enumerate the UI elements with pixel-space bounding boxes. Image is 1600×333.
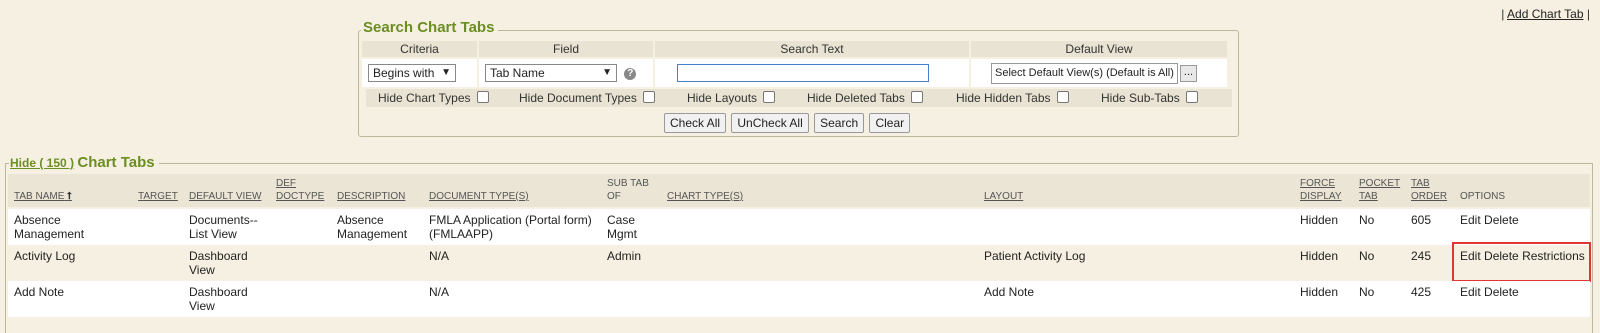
hide-layouts-checkbox[interactable] [763, 90, 776, 103]
cell-default-view: Dashboard View [189, 249, 248, 277]
default-view-select[interactable]: Select Default View(s) (Default is All) [991, 62, 1178, 84]
col-options: OPTIONS [1460, 191, 1506, 202]
cell-default-view: Documents-- List View [189, 213, 258, 241]
sort-ascending-icon: ⭡ [67, 191, 72, 202]
chart-tabs-title: Chart Tabs [77, 154, 155, 171]
col-sub-tab-of: SUB TAB OF [607, 178, 649, 202]
separator: | [1501, 7, 1505, 21]
cell-force-display: Hidden [1300, 285, 1339, 299]
hide-sub-tabs-option[interactable]: Hide Sub-Tabs [1101, 90, 1198, 105]
edit-link[interactable]: Edit [1460, 285, 1481, 299]
default-view-picker-button[interactable]: ... [1179, 64, 1198, 82]
cell-document-types: N/A [429, 249, 450, 263]
search-buttons: Check All UnCheck All Search Clear [664, 113, 912, 133]
delete-link[interactable]: Delete [1484, 285, 1519, 299]
hide-document-types-option[interactable]: Hide Document Types [519, 90, 655, 105]
col-target[interactable]: TARGET [138, 190, 178, 203]
cell-document-types: N/A [429, 285, 450, 299]
uncheck-all-button[interactable]: UnCheck All [731, 113, 809, 133]
cell-options: Edit Delete [1460, 285, 1519, 299]
cell-document-types: FMLA Application (Portal form) (FMLAAPP) [429, 213, 592, 241]
search-button[interactable]: Search [814, 113, 865, 133]
col-default-view[interactable]: DEFAULT VIEW [189, 190, 261, 203]
col-pocket-tab[interactable]: POCKET TAB [1359, 177, 1400, 203]
cell-layout: Add Note [984, 285, 1035, 299]
hide-chart-types-checkbox[interactable] [476, 90, 489, 103]
col-tab-name[interactable]: TAB NAME ⭡ [14, 190, 72, 203]
hide-hidden-tabs-option[interactable]: Hide Hidden Tabs [956, 90, 1069, 105]
hide-chart-types-option[interactable]: Hide Chart Types [378, 90, 489, 105]
cell-pocket-tab: No [1359, 285, 1375, 299]
cell-tab-order: 605 [1411, 213, 1432, 227]
cell-tab-order: 425 [1411, 285, 1432, 299]
col-tab-order[interactable]: TAB ORDER [1411, 177, 1447, 203]
search-panel: Search Chart Tabs Criteria Field Search … [358, 19, 1239, 137]
hide-deleted-tabs-checkbox[interactable] [910, 90, 923, 103]
cell-pocket-tab: No [1359, 249, 1375, 263]
delete-link[interactable]: Delete [1484, 213, 1519, 227]
cell-tab-name: Absence Management [14, 213, 85, 241]
hide-document-types-checkbox[interactable] [642, 90, 655, 103]
help-icon[interactable]: ? [624, 67, 637, 80]
search-text-input[interactable] [677, 64, 929, 82]
cell-default-view: Dashboard View [189, 285, 248, 313]
table-row: Absence Management Documents-- List View A… [8, 209, 1590, 245]
chevron-down-icon: ▼ [441, 67, 451, 78]
cell-sub-tab-of: Case Mgmt [607, 213, 637, 241]
top-links: | Add Chart Tab | [1501, 7, 1590, 21]
field-header: Field [477, 39, 655, 59]
search-text-header: Search Text [653, 39, 971, 59]
hide-deleted-tabs-option[interactable]: Hide Deleted Tabs [807, 90, 923, 105]
hide-layouts-option[interactable]: Hide Layouts [687, 90, 776, 105]
col-def-doctype[interactable]: DEF DOCTYPE [276, 177, 324, 203]
cell-layout: Patient Activity Log [984, 249, 1086, 263]
cell-options: Edit Delete [1460, 213, 1519, 227]
cell-description: Absence Management [337, 213, 408, 241]
hide-options-row: Hide Chart Types Hide Document Types Hid… [366, 89, 1232, 107]
hide-chart-tabs-link[interactable]: Hide ( 150 ) [10, 156, 74, 170]
check-all-button[interactable]: Check All [664, 113, 727, 133]
chart-tabs-legend: Hide ( 150 ) Chart Tabs [9, 154, 159, 171]
table-row: Add Note Dashboard View N/A Add Note Hidd… [8, 281, 1590, 317]
add-chart-tab-link[interactable]: Add Chart Tab [1507, 7, 1584, 21]
edit-link[interactable]: Edit [1460, 213, 1481, 227]
hide-hidden-tabs-checkbox[interactable] [1056, 90, 1069, 103]
separator: | [1586, 7, 1590, 21]
cell-tab-name: Add Note [14, 285, 65, 299]
cell-sub-tab-of: Admin [607, 249, 642, 263]
field-select[interactable]: Tab Name ▼ [485, 64, 617, 82]
search-panel-title: Search Chart Tabs [361, 19, 499, 36]
field-select-value: Tab Name [490, 66, 545, 80]
chevron-down-icon: ▼ [602, 67, 612, 78]
table-header: TAB NAME ⭡ TARGET DEFAULT VIEW DEF DOCTYP… [8, 174, 1590, 209]
cell-tab-name: Activity Log [14, 249, 76, 263]
criteria-select-value: Begins with [373, 66, 435, 80]
criteria-select[interactable]: Begins with ▼ [368, 64, 456, 82]
search-criteria-table: Criteria Field Search Text Default View … [360, 39, 1229, 89]
cell-tab-order: 245 [1411, 249, 1432, 263]
col-description[interactable]: DESCRIPTION [337, 190, 405, 203]
chart-tabs-panel: Hide ( 150 ) Chart Tabs TAB NAME ⭡ TARGE… [5, 154, 1593, 333]
cell-force-display: Hidden [1300, 213, 1339, 227]
clear-button[interactable]: Clear [869, 113, 911, 133]
col-force-display[interactable]: FORCE DISPLAY [1300, 177, 1342, 203]
cell-force-display: Hidden [1300, 249, 1339, 263]
col-layout[interactable]: LAYOUT [984, 190, 1023, 203]
criteria-header: Criteria [360, 39, 479, 59]
default-view-header: Default View [969, 39, 1229, 59]
col-chart-types[interactable]: CHART TYPE(S) [667, 190, 743, 203]
table-row: Activity Log Dashboard View N/A Admin Pat… [8, 242, 1591, 282]
cell-pocket-tab: No [1359, 213, 1375, 227]
highlight-box [1452, 242, 1591, 282]
chart-tabs-table: TAB NAME ⭡ TARGET DEFAULT VIEW DEF DOCTYP… [8, 174, 1591, 317]
col-document-types[interactable]: DOCUMENT TYPE(S) [429, 190, 529, 203]
hide-sub-tabs-checkbox[interactable] [1185, 90, 1198, 103]
